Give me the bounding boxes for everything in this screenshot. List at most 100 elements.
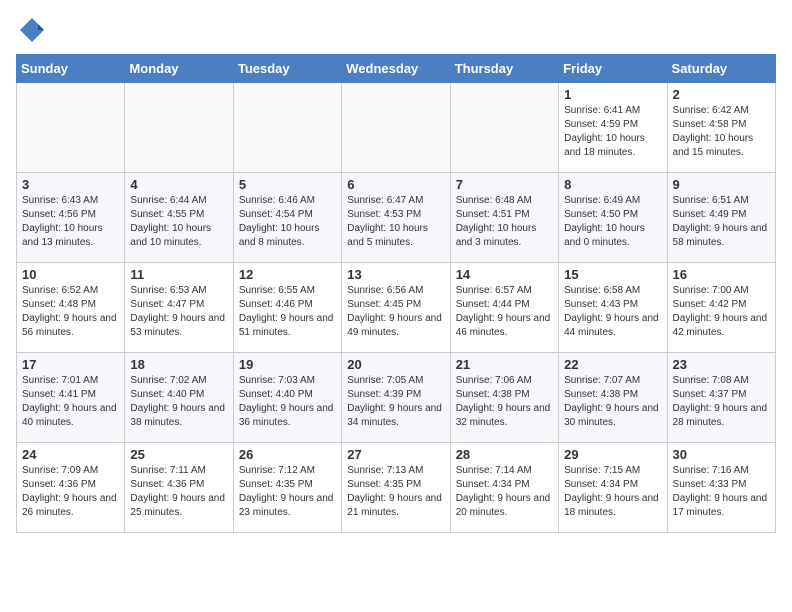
day-number: 19	[239, 357, 336, 372]
calendar-cell: 30Sunrise: 7:16 AMSunset: 4:33 PMDayligh…	[667, 443, 775, 533]
day-info-line: Sunset: 4:37 PM	[673, 388, 770, 402]
day-info-line: Daylight: 9 hours and 51 minutes.	[239, 312, 336, 340]
calendar-cell: 27Sunrise: 7:13 AMSunset: 4:35 PMDayligh…	[342, 443, 450, 533]
day-info-line: Sunset: 4:59 PM	[564, 118, 661, 132]
day-number: 25	[130, 447, 227, 462]
calendar-cell: 14Sunrise: 6:57 AMSunset: 4:44 PMDayligh…	[450, 263, 558, 353]
day-number: 9	[673, 177, 770, 192]
calendar-header-saturday: Saturday	[667, 55, 775, 83]
calendar-header-monday: Monday	[125, 55, 233, 83]
day-number: 30	[673, 447, 770, 462]
day-info-line: Sunset: 4:53 PM	[347, 208, 444, 222]
calendar-table: SundayMondayTuesdayWednesdayThursdayFrid…	[16, 54, 776, 533]
day-info-line: Daylight: 9 hours and 34 minutes.	[347, 402, 444, 430]
day-info-line: Sunrise: 6:42 AM	[673, 104, 770, 118]
calendar-week-row: 17Sunrise: 7:01 AMSunset: 4:41 PMDayligh…	[17, 353, 776, 443]
day-number: 12	[239, 267, 336, 282]
calendar-header-sunday: Sunday	[17, 55, 125, 83]
calendar-cell: 5Sunrise: 6:46 AMSunset: 4:54 PMDaylight…	[233, 173, 341, 263]
day-info-line: Sunrise: 6:47 AM	[347, 194, 444, 208]
calendar-cell: 23Sunrise: 7:08 AMSunset: 4:37 PMDayligh…	[667, 353, 775, 443]
day-info-line: Sunrise: 6:53 AM	[130, 284, 227, 298]
calendar-cell: 13Sunrise: 6:56 AMSunset: 4:45 PMDayligh…	[342, 263, 450, 353]
day-info-line: Sunrise: 6:52 AM	[22, 284, 119, 298]
day-info-line: Daylight: 9 hours and 53 minutes.	[130, 312, 227, 340]
day-number: 18	[130, 357, 227, 372]
day-number: 28	[456, 447, 553, 462]
day-info-line: Sunrise: 6:58 AM	[564, 284, 661, 298]
calendar-cell: 16Sunrise: 7:00 AMSunset: 4:42 PMDayligh…	[667, 263, 775, 353]
day-info-line: Daylight: 9 hours and 38 minutes.	[130, 402, 227, 430]
day-info-line: Sunset: 4:56 PM	[22, 208, 119, 222]
day-info-line: Sunrise: 6:56 AM	[347, 284, 444, 298]
day-info-line: Sunset: 4:39 PM	[347, 388, 444, 402]
day-info-line: Sunrise: 7:08 AM	[673, 374, 770, 388]
day-info-line: Sunset: 4:58 PM	[673, 118, 770, 132]
calendar-cell: 22Sunrise: 7:07 AMSunset: 4:38 PMDayligh…	[559, 353, 667, 443]
calendar-cell: 11Sunrise: 6:53 AMSunset: 4:47 PMDayligh…	[125, 263, 233, 353]
calendar-cell: 21Sunrise: 7:06 AMSunset: 4:38 PMDayligh…	[450, 353, 558, 443]
day-info-line: Daylight: 9 hours and 58 minutes.	[673, 222, 770, 250]
day-info-line: Daylight: 9 hours and 26 minutes.	[22, 492, 119, 520]
day-info-line: Sunrise: 6:46 AM	[239, 194, 336, 208]
calendar-cell: 17Sunrise: 7:01 AMSunset: 4:41 PMDayligh…	[17, 353, 125, 443]
calendar-week-row: 3Sunrise: 6:43 AMSunset: 4:56 PMDaylight…	[17, 173, 776, 263]
day-info-line: Sunset: 4:46 PM	[239, 298, 336, 312]
calendar-header-row: SundayMondayTuesdayWednesdayThursdayFrid…	[17, 55, 776, 83]
day-info-line: Daylight: 9 hours and 32 minutes.	[456, 402, 553, 430]
day-info-line: Sunrise: 7:07 AM	[564, 374, 661, 388]
day-info-line: Sunrise: 7:06 AM	[456, 374, 553, 388]
calendar-cell: 4Sunrise: 6:44 AMSunset: 4:55 PMDaylight…	[125, 173, 233, 263]
day-info-line: Sunrise: 7:11 AM	[130, 464, 227, 478]
day-info-line: Sunrise: 7:09 AM	[22, 464, 119, 478]
day-info-line: Daylight: 10 hours and 13 minutes.	[22, 222, 119, 250]
day-number: 3	[22, 177, 119, 192]
calendar-cell: 24Sunrise: 7:09 AMSunset: 4:36 PMDayligh…	[17, 443, 125, 533]
calendar-cell: 26Sunrise: 7:12 AMSunset: 4:35 PMDayligh…	[233, 443, 341, 533]
day-info-line: Sunset: 4:55 PM	[130, 208, 227, 222]
day-info-line: Sunset: 4:48 PM	[22, 298, 119, 312]
day-info-line: Daylight: 9 hours and 42 minutes.	[673, 312, 770, 340]
calendar-cell: 20Sunrise: 7:05 AMSunset: 4:39 PMDayligh…	[342, 353, 450, 443]
calendar-cell: 28Sunrise: 7:14 AMSunset: 4:34 PMDayligh…	[450, 443, 558, 533]
calendar-header-thursday: Thursday	[450, 55, 558, 83]
day-info-line: Sunrise: 7:05 AM	[347, 374, 444, 388]
day-number: 16	[673, 267, 770, 282]
day-info-line: Daylight: 9 hours and 40 minutes.	[22, 402, 119, 430]
day-info-line: Sunrise: 6:57 AM	[456, 284, 553, 298]
calendar-cell: 25Sunrise: 7:11 AMSunset: 4:36 PMDayligh…	[125, 443, 233, 533]
day-number: 21	[456, 357, 553, 372]
day-info-line: Daylight: 10 hours and 5 minutes.	[347, 222, 444, 250]
day-info-line: Sunrise: 7:01 AM	[22, 374, 119, 388]
day-info-line: Daylight: 9 hours and 36 minutes.	[239, 402, 336, 430]
day-info-line: Daylight: 9 hours and 18 minutes.	[564, 492, 661, 520]
day-info-line: Daylight: 9 hours and 46 minutes.	[456, 312, 553, 340]
day-info-line: Daylight: 9 hours and 49 minutes.	[347, 312, 444, 340]
day-info-line: Sunrise: 7:12 AM	[239, 464, 336, 478]
day-info-line: Sunrise: 7:00 AM	[673, 284, 770, 298]
day-info-line: Daylight: 9 hours and 21 minutes.	[347, 492, 444, 520]
logo-flag-icon	[18, 16, 46, 44]
calendar-cell	[233, 83, 341, 173]
calendar-cell: 18Sunrise: 7:02 AMSunset: 4:40 PMDayligh…	[125, 353, 233, 443]
calendar-cell	[17, 83, 125, 173]
calendar-cell	[125, 83, 233, 173]
day-number: 27	[347, 447, 444, 462]
day-info-line: Sunrise: 6:48 AM	[456, 194, 553, 208]
day-info-line: Sunset: 4:44 PM	[456, 298, 553, 312]
day-number: 29	[564, 447, 661, 462]
calendar-cell: 12Sunrise: 6:55 AMSunset: 4:46 PMDayligh…	[233, 263, 341, 353]
day-info-line: Daylight: 9 hours and 44 minutes.	[564, 312, 661, 340]
day-number: 23	[673, 357, 770, 372]
calendar-week-row: 10Sunrise: 6:52 AMSunset: 4:48 PMDayligh…	[17, 263, 776, 353]
calendar-cell: 6Sunrise: 6:47 AMSunset: 4:53 PMDaylight…	[342, 173, 450, 263]
day-number: 8	[564, 177, 661, 192]
day-info-line: Sunset: 4:50 PM	[564, 208, 661, 222]
day-info-line: Sunrise: 7:15 AM	[564, 464, 661, 478]
day-info-line: Sunset: 4:36 PM	[22, 478, 119, 492]
day-info-line: Sunrise: 6:49 AM	[564, 194, 661, 208]
day-info-line: Sunrise: 6:43 AM	[22, 194, 119, 208]
day-info-line: Daylight: 10 hours and 15 minutes.	[673, 132, 770, 160]
day-number: 5	[239, 177, 336, 192]
calendar-cell: 9Sunrise: 6:51 AMSunset: 4:49 PMDaylight…	[667, 173, 775, 263]
